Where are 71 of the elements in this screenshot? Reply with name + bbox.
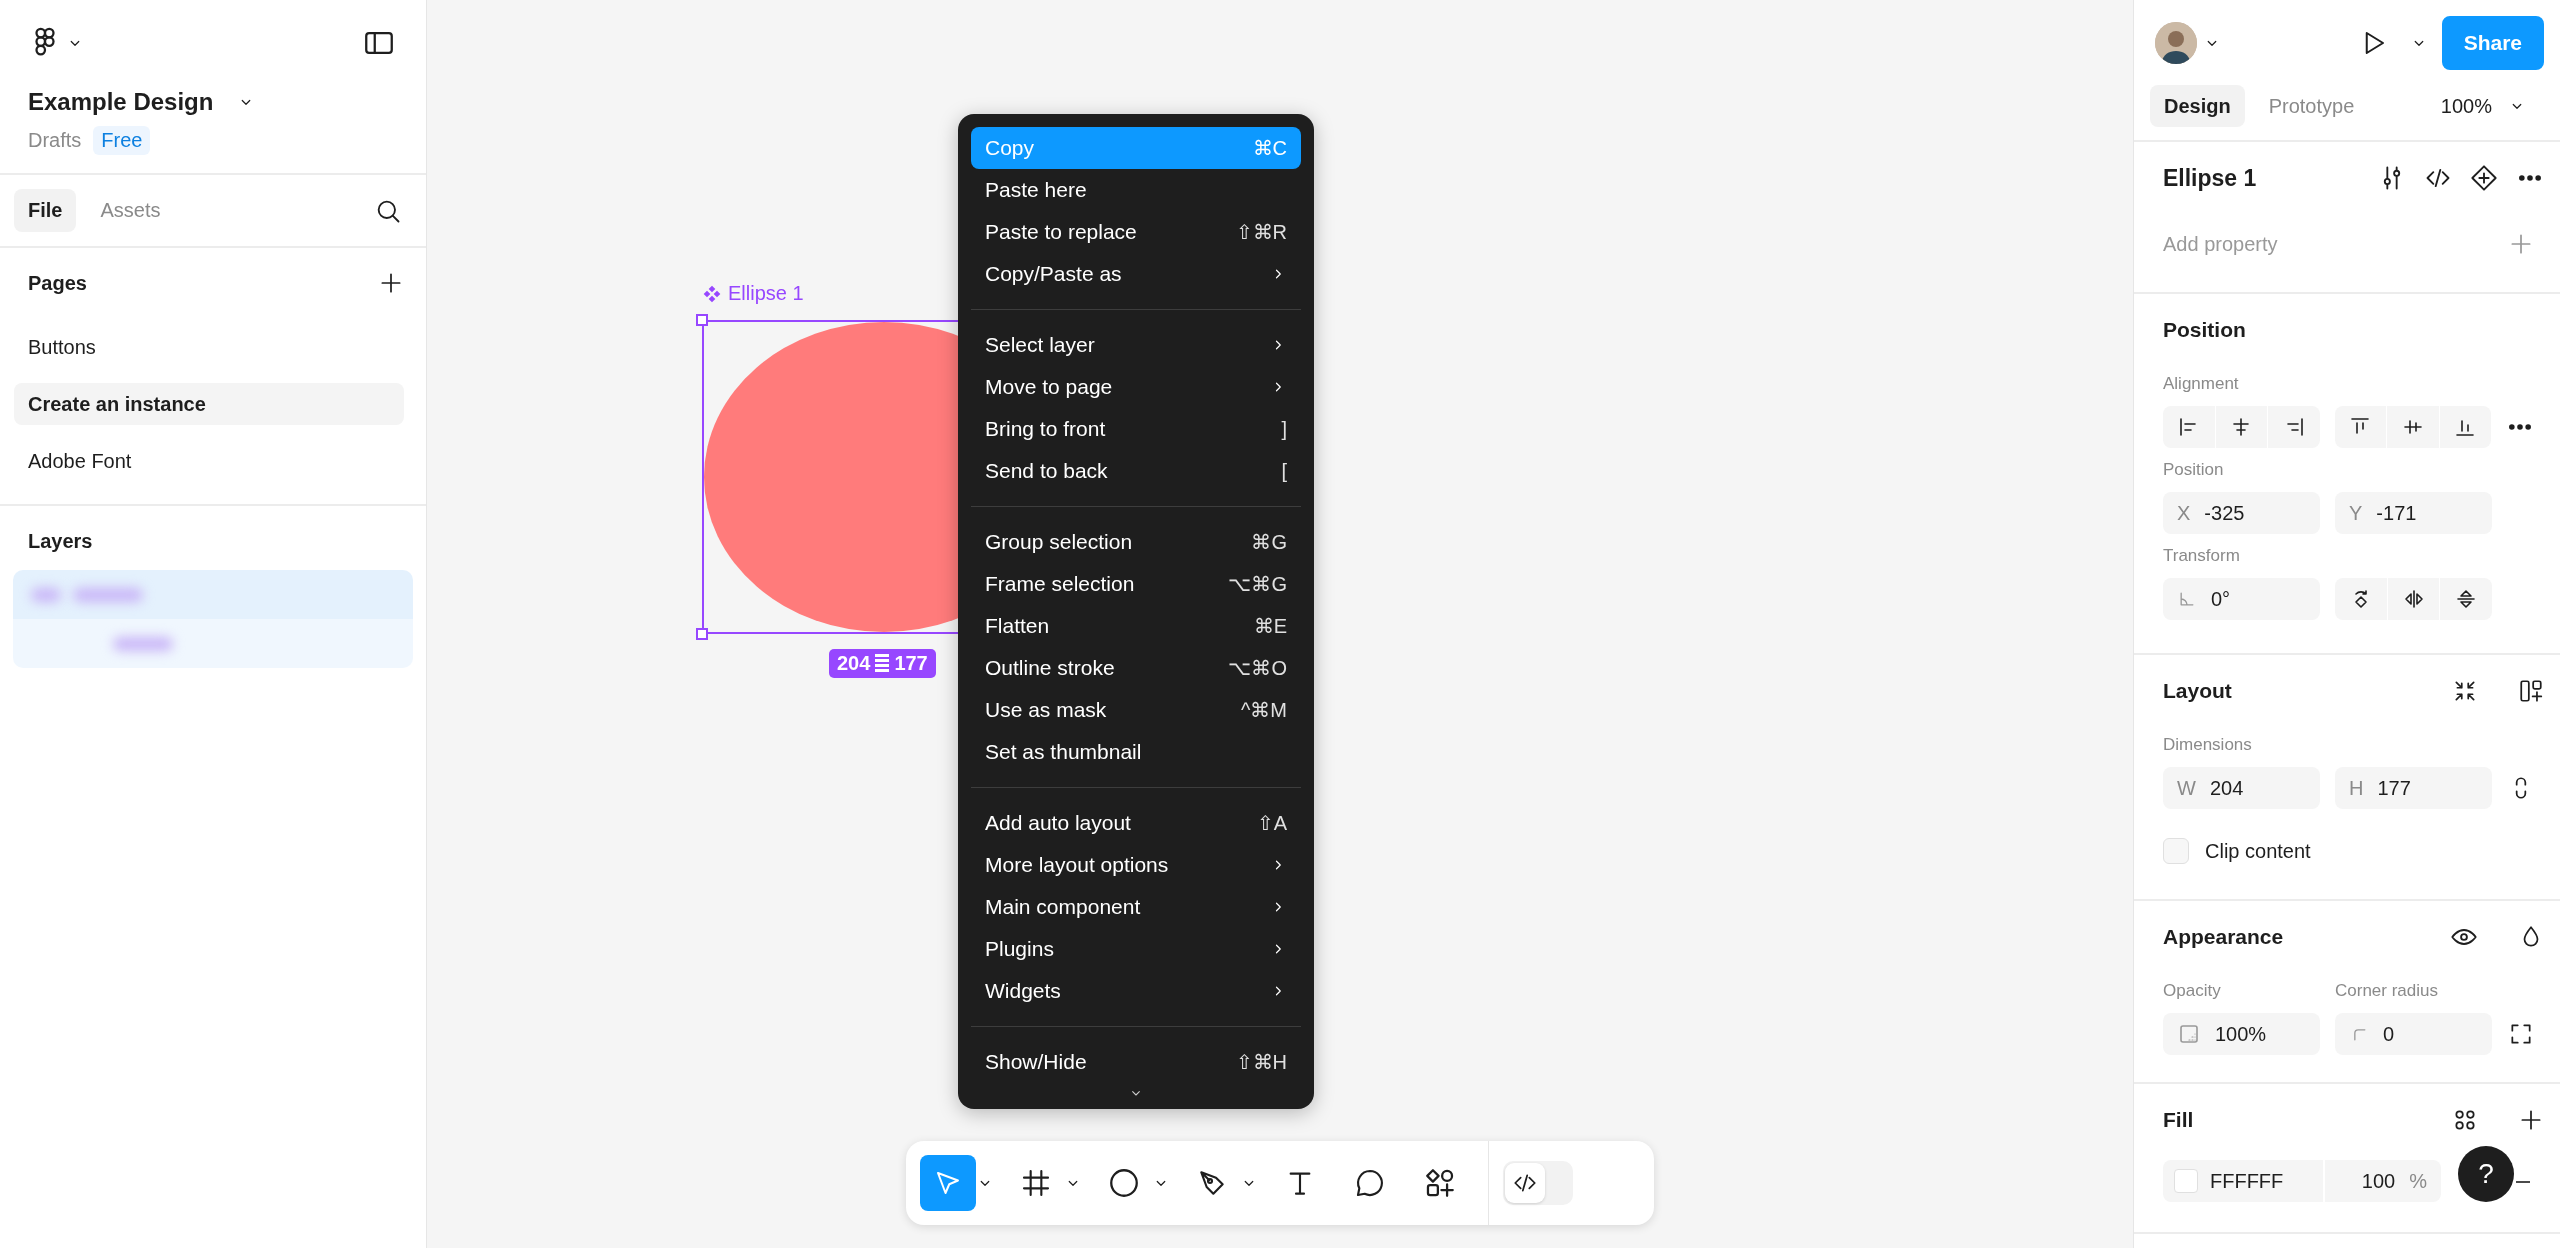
plan-badge: Free <box>93 126 151 155</box>
shapes-icon <box>1423 1166 1457 1200</box>
resize-handle[interactable] <box>696 628 708 640</box>
section-title: Pages <box>28 271 87 295</box>
corner-radius-field[interactable]: 0 <box>2335 1013 2492 1055</box>
layer-name: Ellipse 1 <box>2163 164 2258 192</box>
page-item[interactable]: Create an instance <box>14 383 404 425</box>
section-title: Layers <box>27 528 94 554</box>
menu-item[interactable]: Add auto layout ⇧A <box>971 802 1301 844</box>
menu-item[interactable]: Move to page <box>971 366 1301 408</box>
page-item[interactable]: Buttons <box>14 326 404 368</box>
frame-icon <box>1020 1167 1052 1199</box>
page-item[interactable]: Adobe Font <box>14 440 404 482</box>
checkbox[interactable] <box>2163 838 2189 864</box>
field-label: Position <box>2163 460 2224 480</box>
avatar[interactable] <box>2155 22 2197 64</box>
menu-item[interactable]: Outline stroke ⌥⌘O <box>971 647 1301 689</box>
component-icon <box>702 283 722 304</box>
field-label: Opacity <box>2163 981 2222 1001</box>
section-title: Layout <box>2163 679 2233 703</box>
menu-item[interactable]: Plugins <box>971 928 1301 970</box>
menu-item[interactable]: Paste here <box>971 169 1301 211</box>
file-title[interactable]: Example Design <box>28 88 214 116</box>
menu-item[interactable]: Flatten ⌘E <box>971 605 1301 647</box>
sidebar-tab[interactable]: Assets <box>86 189 175 232</box>
panel-tab[interactable]: Design <box>2150 85 2245 127</box>
checkbox-label: Clip content <box>2205 839 2311 863</box>
menu-item[interactable]: Select layer <box>971 324 1301 366</box>
menu-item[interactable]: Frame selection ⌥⌘G <box>971 563 1301 605</box>
circle-icon <box>1107 1166 1141 1200</box>
menu-item[interactable]: Bring to front ] <box>971 408 1301 450</box>
menu-item[interactable]: Widgets <box>971 970 1301 1012</box>
comment-icon <box>1354 1167 1386 1199</box>
height-field[interactable]: H 177 <box>2335 767 2492 809</box>
opacity-icon <box>2177 1022 2201 1046</box>
component-add-icon[interactable] <box>2470 164 2498 192</box>
menu-item[interactable]: Send to back [ <box>971 450 1301 492</box>
height-value: 177 <box>894 652 928 675</box>
section-title: Position <box>2163 318 2247 342</box>
field-label: Corner radius <box>2335 981 2439 1001</box>
width-field[interactable]: W 204 <box>2163 767 2320 809</box>
dev-mode-toggle[interactable] <box>1503 1161 1573 1205</box>
fill-field[interactable]: FFFFFF 100 % <box>2163 1160 2441 1202</box>
section-title: Fill <box>2163 1108 2195 1132</box>
section-title: Appearance <box>2163 925 2285 949</box>
x-field[interactable]: X -325 <box>2163 492 2320 534</box>
hug-icon <box>875 652 890 675</box>
rotation-field[interactable]: 0° <box>2163 578 2320 620</box>
minus-icon[interactable] <box>2516 1180 2530 1184</box>
menu-item[interactable]: Main component <box>971 886 1301 928</box>
field-label: Dimensions <box>2163 735 2252 755</box>
styles-icon[interactable] <box>2452 1107 2478 1133</box>
menu-item[interactable]: Copy/Paste as <box>971 253 1301 295</box>
menu-item[interactable]: Set as thumbnail <box>971 731 1301 773</box>
help-button[interactable]: ? <box>2458 1146 2514 1202</box>
menu-item[interactable]: Show/Hide ⇧⌘H <box>971 1041 1301 1083</box>
menu-item[interactable]: Use as mask ^⌘M <box>971 689 1301 731</box>
sidebar-tab[interactable]: File <box>14 189 77 232</box>
expand-corners-icon[interactable] <box>2508 1021 2534 1047</box>
width-value: 204 <box>837 652 871 675</box>
resize-handle[interactable] <box>696 314 708 326</box>
menu-item[interactable]: Paste to replace ⇧⌘R <box>971 211 1301 253</box>
add-layout-icon[interactable] <box>2518 678 2544 704</box>
zoom-level[interactable]: 100% <box>2440 94 2492 118</box>
field-label: Alignment <box>2163 374 2239 394</box>
menu-item[interactable]: Group selection ⌘G <box>971 521 1301 563</box>
y-field[interactable]: Y -171 <box>2335 492 2492 534</box>
opacity-field[interactable]: 100% <box>2163 1013 2320 1055</box>
menu-item[interactable]: More layout options <box>971 844 1301 886</box>
field-label: Transform <box>2163 546 2240 566</box>
selection-label: Ellipse 1 <box>728 282 804 305</box>
